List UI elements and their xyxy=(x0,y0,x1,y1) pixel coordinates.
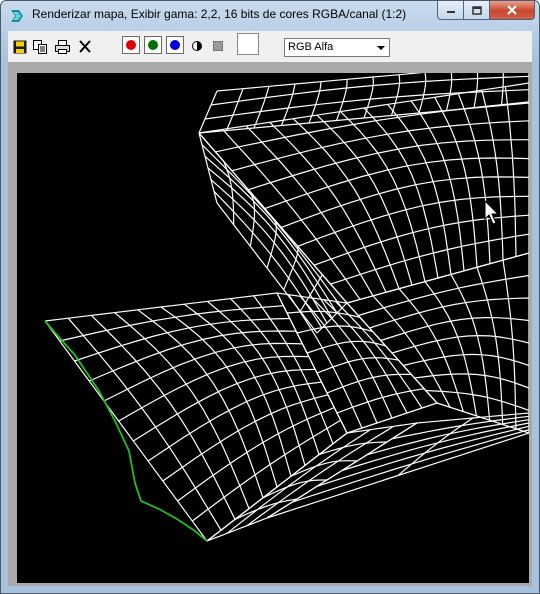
maximize-button[interactable] xyxy=(464,1,490,20)
close-button[interactable] xyxy=(490,1,535,20)
wire-line xyxy=(481,89,504,261)
wire-line xyxy=(103,342,303,402)
close-icon xyxy=(507,5,517,15)
wire-line xyxy=(276,292,348,304)
render-viewport[interactable] xyxy=(17,73,529,583)
wire-line xyxy=(363,107,439,279)
channel-select-value: RGB Alfa xyxy=(288,41,334,53)
app-icon xyxy=(11,10,23,22)
maximize-icon xyxy=(471,5,482,15)
viewport-frame xyxy=(8,62,532,73)
wire-line xyxy=(334,300,423,409)
wire-line xyxy=(230,298,320,455)
caption-buttons xyxy=(437,1,535,21)
wire-line xyxy=(450,274,491,421)
wire-line xyxy=(204,89,529,120)
wire-line xyxy=(248,139,529,191)
wire-line xyxy=(296,325,373,334)
wire-line xyxy=(316,425,529,487)
wire-line xyxy=(206,432,348,542)
wire-line xyxy=(397,417,474,476)
viewport-frame-bottom xyxy=(8,583,532,586)
wire-line xyxy=(414,373,529,389)
wire-line xyxy=(434,97,478,268)
wire-line xyxy=(264,157,529,210)
green-channel-dot xyxy=(148,40,158,50)
wire-line xyxy=(147,381,322,462)
wire-line xyxy=(306,340,386,354)
wire-line xyxy=(330,233,529,285)
pixel-color-swatch[interactable] xyxy=(237,33,259,55)
blue-channel-dot xyxy=(170,40,180,50)
wire-line xyxy=(207,167,333,319)
wire-line xyxy=(418,73,427,114)
red-channel-dot xyxy=(126,40,136,50)
wire-line xyxy=(425,389,529,412)
wire-line xyxy=(291,429,529,503)
chevron-down-icon xyxy=(377,46,385,50)
window-title: Renderizar mapa, Exibir gama: 2,2, 16 bi… xyxy=(32,7,407,21)
clear-icon[interactable] xyxy=(78,39,92,54)
wire-line xyxy=(346,422,418,434)
wire-line xyxy=(198,90,218,134)
viewport-frame-right xyxy=(529,62,532,585)
wire-line xyxy=(369,297,529,329)
wire-line xyxy=(335,79,348,121)
wire-line xyxy=(262,479,327,499)
green-channel-toggle[interactable] xyxy=(144,36,162,54)
wire-line xyxy=(313,214,529,266)
wire-line xyxy=(390,74,401,116)
wire-line xyxy=(225,88,244,131)
wire-line xyxy=(67,317,222,531)
wire-line xyxy=(346,252,529,304)
blue-channel-toggle[interactable] xyxy=(166,36,184,54)
viewport-frame-left xyxy=(8,62,17,585)
wire-line xyxy=(326,373,412,394)
print-icon[interactable] xyxy=(55,40,70,54)
copy-icon[interactable] xyxy=(33,40,47,54)
wire-line xyxy=(269,121,387,293)
wire-line xyxy=(445,73,453,111)
toolbar: RGB Alfa xyxy=(8,31,532,62)
title-bar[interactable]: Renderizar mapa, Exibir gama: 2,2, 16 bi… xyxy=(1,1,539,29)
wire-line xyxy=(74,317,290,362)
minimize-button[interactable] xyxy=(437,1,464,20)
wire-line xyxy=(133,368,316,442)
wire-line xyxy=(410,100,465,271)
minimize-icon xyxy=(446,11,455,13)
wireframe-render xyxy=(44,73,529,542)
mono-display-icon[interactable] xyxy=(191,40,203,52)
red-channel-toggle[interactable] xyxy=(122,36,140,54)
wire-line xyxy=(204,155,338,314)
channel-select[interactable]: RGB Alfa xyxy=(284,38,390,57)
save-icon[interactable] xyxy=(13,40,27,54)
wire-line xyxy=(253,86,270,129)
wire-line xyxy=(234,498,298,520)
wire-line xyxy=(346,402,438,434)
wire-line xyxy=(44,320,208,542)
wire-line xyxy=(398,288,464,412)
wire-line xyxy=(363,76,374,119)
alpha-display-icon[interactable] xyxy=(213,41,223,51)
wire-line xyxy=(201,144,343,309)
wire-line xyxy=(118,355,309,422)
wire-line xyxy=(44,292,278,322)
wire-line xyxy=(504,86,517,257)
render-map-window: Renderizar mapa, Exibir gama: 2,2, 16 bi… xyxy=(0,0,540,594)
wire-line xyxy=(299,295,378,424)
